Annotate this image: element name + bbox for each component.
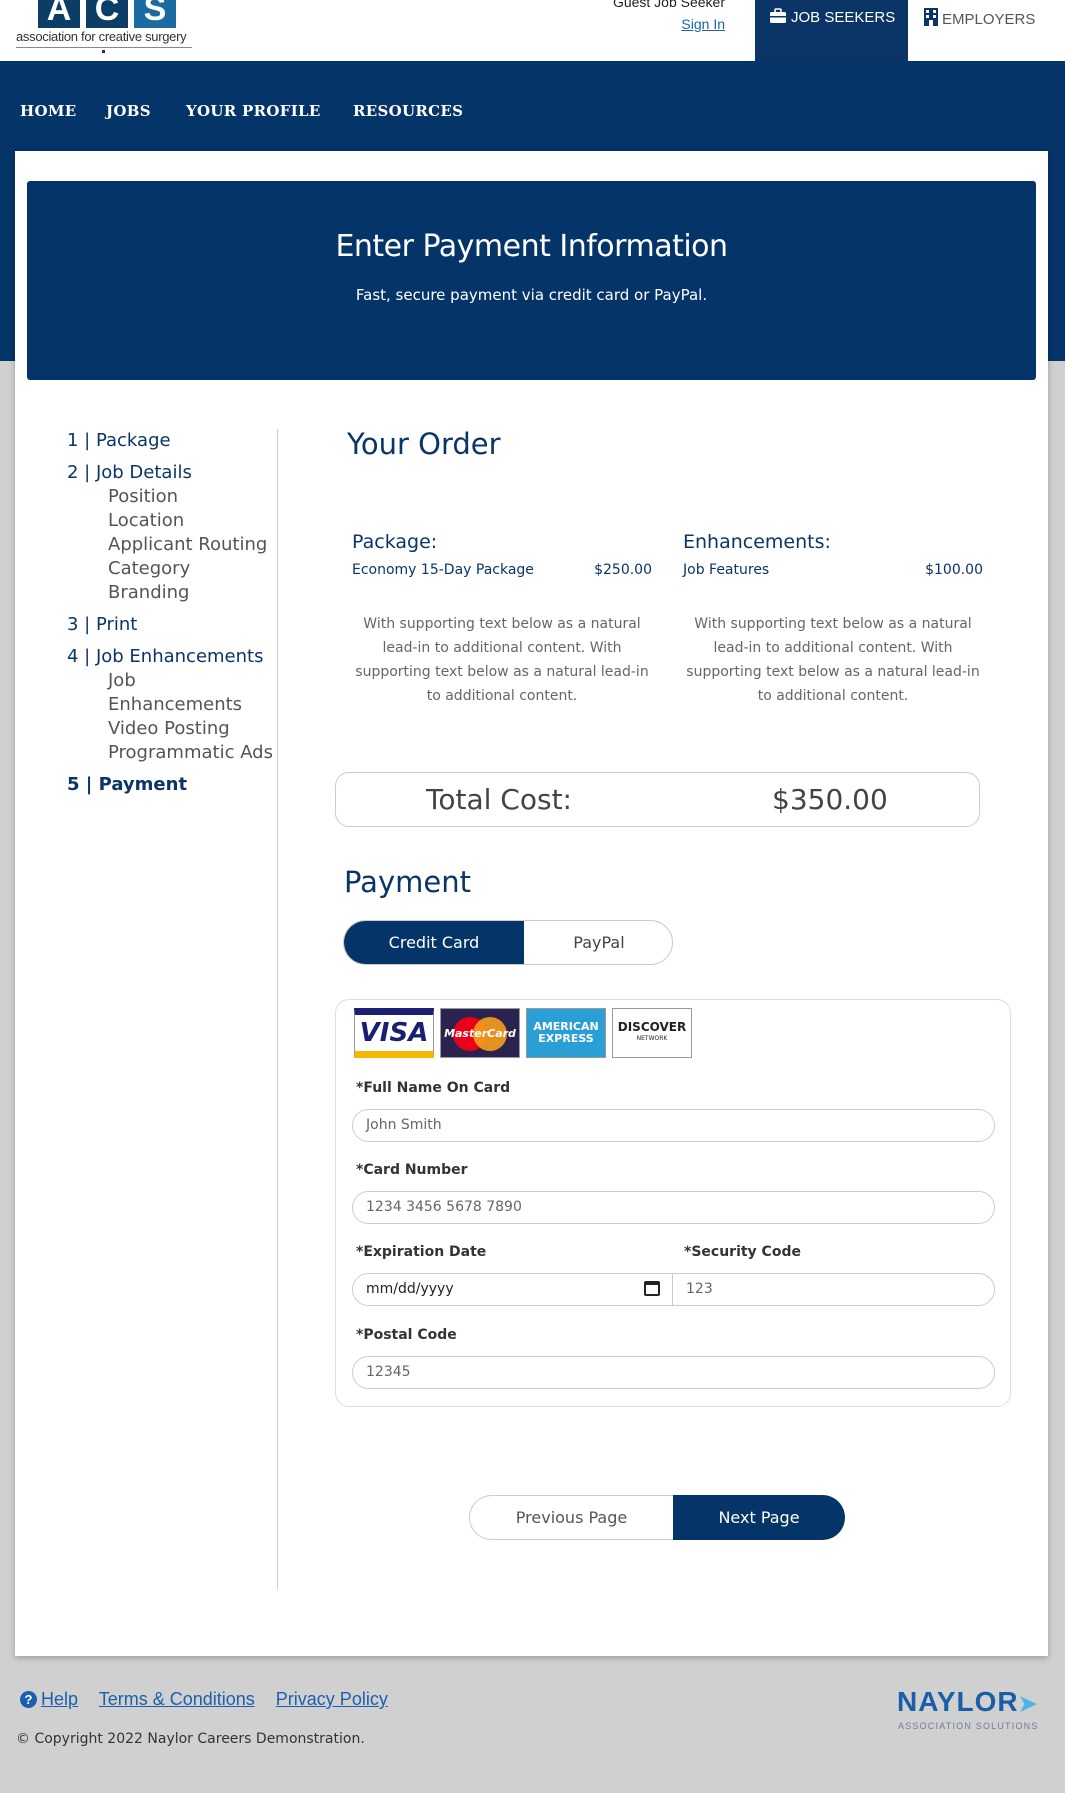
substep-branding[interactable]: Branding — [67, 581, 277, 605]
visa-logo: VISA — [354, 1008, 434, 1058]
full-name-field[interactable]: John Smith — [352, 1109, 995, 1142]
substep-programmatic-ads[interactable]: Programmatic Ads — [67, 741, 277, 765]
enhancements-heading: Enhancements: — [683, 531, 831, 553]
package-description: With supporting text below as a natural … — [355, 616, 649, 704]
logo-tagline: association for creative surgery — [16, 29, 187, 44]
expiration-date-label: *Expiration Date — [356, 1244, 487, 1260]
logo-letter-a: A — [38, 0, 80, 28]
pagination-buttons: Previous Page Next Page — [469, 1495, 845, 1540]
enhancements-column: Enhancements: Job Features $100.00 With … — [683, 531, 983, 708]
discover-wordmark: DISCOVER — [617, 1020, 687, 1034]
substep-video-posting[interactable]: Video Posting — [67, 717, 277, 741]
card-number-label: *Card Number — [356, 1162, 468, 1178]
order-title: Your Order — [347, 427, 501, 461]
package-price: $250.00 — [594, 562, 652, 578]
page-subtitle: Fast, secure payment via credit card or … — [355, 286, 708, 304]
previous-page-button[interactable]: Previous Page — [469, 1495, 673, 1540]
steps-sidebar: 1 | Package 2 | Job Details Position Loc… — [67, 429, 277, 797]
enhancements-description: With supporting text below as a natural … — [686, 616, 980, 704]
acs-logo[interactable]: A C S association for creative surgery — [16, 0, 196, 54]
logo-letter-c: C — [86, 0, 128, 28]
mastercard-wordmark: MasterCard — [444, 1026, 516, 1040]
mastercard-logo: MasterCard — [440, 1008, 520, 1058]
enhancement-price: $100.00 — [925, 562, 983, 578]
privacy-link[interactable]: Privacy Policy — [276, 1689, 388, 1709]
logo-dot — [102, 50, 105, 53]
step-job-enhancements[interactable]: 4 | Job Enhancements — [67, 645, 277, 669]
terms-link[interactable]: Terms & Conditions — [99, 1689, 255, 1709]
package-line: Economy 15-Day Package $250.00 — [352, 562, 652, 578]
tab-job-seekers[interactable]: JOB SEEKERS — [755, 0, 908, 61]
main-card: Enter Payment Information Fast, secure p… — [15, 151, 1048, 1656]
security-code-field[interactable]: 123 — [673, 1274, 993, 1305]
enhancement-name: Job Features — [683, 562, 770, 578]
sidebar-divider — [277, 429, 278, 1589]
logo-letter-s: S — [134, 0, 176, 28]
payment-method-toggle: Credit Card PayPal — [343, 920, 673, 965]
logo-underline — [16, 47, 192, 48]
tab-credit-card[interactable]: Credit Card — [344, 921, 524, 964]
card-logos: VISA MasterCard AMERICAN EXPRESS DISCOVE… — [354, 1008, 692, 1058]
total-cost-box: Total Cost: $350.00 — [335, 772, 980, 827]
top-bar: A C S association for creative surgery G… — [0, 0, 1065, 61]
next-page-button[interactable]: Next Page — [673, 1495, 845, 1540]
discover-logo: DISCOVER NETWORK — [612, 1008, 692, 1058]
calendar-icon[interactable] — [644, 1281, 660, 1296]
substep-job[interactable]: Job — [67, 669, 277, 693]
footer-links: ? Help Terms & Conditions Privacy Policy — [20, 1689, 404, 1710]
nav-home[interactable]: HOME — [20, 102, 76, 120]
substep-category[interactable]: Category — [67, 557, 277, 581]
naylor-subtext: ASSOCIATION SOLUTIONS — [898, 1721, 1039, 1731]
naylor-logo[interactable]: NAYLOR➤ — [897, 1686, 1038, 1718]
substep-enhancements[interactable]: Enhancements — [67, 693, 277, 717]
tab-paypal[interactable]: PayPal — [524, 921, 672, 964]
amex-wordmark-bottom: EXPRESS — [538, 1032, 594, 1045]
package-heading: Package: — [352, 531, 438, 553]
postal-code-field[interactable]: 12345 — [352, 1356, 995, 1389]
expiration-security-group: mm/dd/yyyy 123 — [352, 1273, 995, 1306]
nav-resources[interactable]: RESOURCES — [353, 102, 463, 120]
naylor-wordmark: NAYLOR — [897, 1686, 1019, 1717]
briefcase-icon — [769, 8, 787, 28]
discover-subtext: NETWORK — [636, 1035, 668, 1042]
security-code-label: *Security Code — [684, 1244, 801, 1260]
tab-job-seekers-label: JOB SEEKERS — [791, 9, 896, 26]
expiration-date-placeholder: mm/dd/yyyy — [366, 1281, 454, 1297]
step-package[interactable]: 1 | Package — [67, 429, 277, 453]
card-number-field[interactable]: 1234 3456 5678 7890 — [352, 1191, 995, 1224]
tab-employers[interactable]: EMPLOYERS — [908, 0, 1065, 61]
page-title: Enter Payment Information — [335, 229, 728, 264]
hero-banner: Enter Payment Information Fast, secure p… — [27, 181, 1036, 380]
substep-location[interactable]: Location — [67, 509, 277, 533]
package-column: Package: Economy 15-Day Package $250.00 … — [352, 531, 652, 708]
step-print[interactable]: 3 | Print — [67, 613, 277, 637]
guest-label: Guest Job Seeker — [612, 0, 725, 10]
step-payment[interactable]: 5 | Payment — [67, 773, 277, 797]
total-cost-value: $350.00 — [772, 783, 888, 816]
help-link[interactable]: Help — [41, 1689, 78, 1709]
nav-your-profile[interactable]: YOUR PROFILE — [186, 102, 321, 120]
payment-title: Payment — [344, 865, 471, 899]
sign-in-link[interactable]: Sign In — [630, 16, 725, 32]
credit-card-form: VISA MasterCard AMERICAN EXPRESS DISCOVE… — [335, 999, 1011, 1407]
building-icon — [924, 8, 938, 30]
logo-letters: A C S — [38, 0, 196, 28]
help-icon[interactable]: ? — [20, 1691, 37, 1708]
main-nav: HOME JOBS YOUR PROFILE RESOURCES — [0, 61, 1065, 151]
substep-applicant-routing[interactable]: Applicant Routing — [67, 533, 277, 557]
full-name-label: *Full Name On Card — [356, 1080, 511, 1096]
postal-code-label: *Postal Code — [356, 1327, 457, 1343]
expiration-date-field[interactable]: mm/dd/yyyy — [353, 1274, 673, 1305]
total-cost-label: Total Cost: — [426, 783, 572, 816]
tab-employers-label: EMPLOYERS — [942, 11, 1036, 28]
substep-position[interactable]: Position — [67, 485, 277, 509]
naylor-arrow-icon: ➤ — [1018, 1691, 1039, 1716]
copyright-text: © Copyright 2022 Naylor Careers Demonstr… — [16, 1731, 365, 1747]
step-job-details[interactable]: 2 | Job Details — [67, 461, 277, 485]
amex-logo: AMERICAN EXPRESS — [526, 1008, 606, 1058]
nav-jobs[interactable]: JOBS — [106, 102, 151, 120]
enhancements-line: Job Features $100.00 — [683, 562, 983, 578]
package-name: Economy 15-Day Package — [352, 562, 534, 578]
